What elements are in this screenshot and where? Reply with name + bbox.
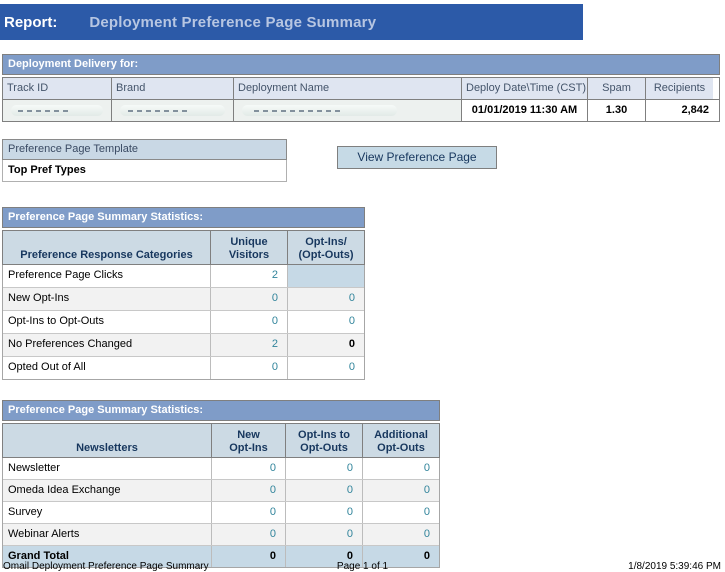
stats2-body: Newsletter 0 0 0 Omeda Idea Exchange 0 0… bbox=[2, 458, 440, 568]
redaction-smudge bbox=[120, 105, 225, 116]
stats2-section-header: Preference Page Summary Statistics: bbox=[2, 400, 440, 421]
stats-row-survey: Survey 0 0 0 bbox=[3, 501, 439, 523]
additional-opt-outs-value: 0 bbox=[362, 480, 439, 501]
cell-track-id-redacted bbox=[3, 100, 111, 121]
newsletter-stats-table: Preference Page Summary Statistics: News… bbox=[2, 400, 440, 568]
stats1-header-row: Preference Response Categories Unique Vi… bbox=[2, 230, 365, 265]
stats1-section-header: Preference Page Summary Statistics: bbox=[2, 207, 365, 228]
stats-row-new-opt-ins: New Opt-Ins 0 0 bbox=[3, 287, 364, 310]
column-header-response-categories: Preference Response Categories bbox=[3, 231, 210, 264]
opt-ins-to-opt-outs-value: 0 bbox=[285, 480, 362, 501]
unique-visitors-value: 2 bbox=[210, 265, 287, 287]
additional-opt-outs-value: 0 bbox=[362, 458, 439, 479]
cell-brand-redacted bbox=[111, 100, 233, 121]
cell-deploy-datetime: 01/01/2019 11:30 AM bbox=[461, 100, 587, 121]
stats2-header-row: Newsletters New Opt-Ins Opt-Ins to Opt-O… bbox=[2, 423, 440, 458]
report-label: Report: bbox=[4, 14, 57, 31]
stats-row-omeda-idea-exchange: Omeda Idea Exchange 0 0 0 bbox=[3, 479, 439, 501]
column-header-newsletters: Newsletters bbox=[3, 424, 211, 457]
opt-value: 0 bbox=[287, 311, 364, 333]
unique-visitors-value: 0 bbox=[210, 357, 287, 379]
new-opt-ins-value: 0 bbox=[211, 524, 285, 545]
opt-ins-to-opt-outs-value: 0 bbox=[285, 502, 362, 523]
row-label: Preference Page Clicks bbox=[3, 265, 210, 287]
deployment-section-header: Deployment Delivery for: bbox=[2, 54, 720, 75]
cell-spam: 1.30 bbox=[587, 100, 645, 121]
stats-row-newsletter: Newsletter 0 0 0 bbox=[3, 458, 439, 479]
redaction-smudge bbox=[11, 105, 103, 116]
unique-visitors-value: 0 bbox=[210, 288, 287, 310]
new-opt-ins-value: 0 bbox=[211, 458, 285, 479]
deployment-table-header-row: Track ID Brand Deployment Name Deploy Da… bbox=[2, 77, 720, 99]
redaction-smudge bbox=[242, 105, 397, 116]
unique-visitors-value: 0 bbox=[210, 311, 287, 333]
stats-row-preference-page-clicks: Preference Page Clicks 2 bbox=[3, 265, 364, 287]
opt-ins-to-opt-outs-value: 0 bbox=[285, 458, 362, 479]
column-header-new-opt-ins: New Opt-Ins bbox=[211, 424, 285, 457]
row-label: Webinar Alerts bbox=[3, 524, 211, 545]
stats-row-webinar-alerts: Webinar Alerts 0 0 0 bbox=[3, 523, 439, 545]
footer-page-number: Page 1 of 1 bbox=[337, 561, 388, 572]
column-header-additional-opt-outs: Additional Opt-Outs bbox=[362, 424, 439, 457]
deployment-delivery-table: Deployment Delivery for: Track ID Brand … bbox=[2, 54, 720, 122]
column-header-opt-ins-to-opt-outs: Opt-Ins to Opt-Outs bbox=[285, 424, 362, 457]
opt-value-shaded bbox=[287, 265, 364, 287]
footer-report-name: Omail Deployment Preference Page Summary bbox=[3, 561, 209, 572]
report-title-band: Report: Deployment Preference Page Summa… bbox=[0, 4, 583, 40]
new-opt-ins-value: 0 bbox=[211, 502, 285, 523]
template-section-header: Preference Page Template bbox=[2, 139, 287, 160]
cell-deployment-name-redacted bbox=[233, 100, 461, 121]
column-header-opt-ins-outs: Opt-Ins/ (Opt-Outs) bbox=[287, 231, 364, 264]
preference-page-template-box: Preference Page Template Top Pref Types bbox=[2, 139, 287, 182]
row-label: New Opt-Ins bbox=[3, 288, 210, 310]
column-header-deploy-datetime: Deploy Date\Time (CST) bbox=[461, 78, 587, 99]
column-header-brand: Brand bbox=[111, 78, 233, 99]
row-label: Opted Out of All bbox=[3, 357, 210, 379]
report-page: Report: Deployment Preference Page Summa… bbox=[0, 0, 725, 572]
cell-recipients: 2,842 bbox=[645, 100, 713, 121]
column-header-unique-visitors: Unique Visitors bbox=[210, 231, 287, 264]
new-opt-ins-total: 0 bbox=[211, 546, 285, 567]
opt-value: 0 bbox=[287, 357, 364, 379]
column-header-track-id: Track ID bbox=[3, 78, 111, 99]
deployment-data-row: 01/01/2019 11:30 AM 1.30 2,842 bbox=[2, 99, 720, 122]
row-label: Omeda Idea Exchange bbox=[3, 480, 211, 501]
additional-opt-outs-value: 0 bbox=[362, 502, 439, 523]
stats-row-no-preferences-changed: No Preferences Changed 2 0 bbox=[3, 333, 364, 356]
preference-response-stats-table: Preference Page Summary Statistics: Pref… bbox=[2, 207, 365, 380]
column-header-recipients: Recipients bbox=[645, 78, 713, 99]
new-opt-ins-value: 0 bbox=[211, 480, 285, 501]
view-preference-page-button[interactable]: View Preference Page bbox=[337, 146, 497, 169]
additional-opt-outs-value: 0 bbox=[362, 524, 439, 545]
row-label: Survey bbox=[3, 502, 211, 523]
row-label: Opt-Ins to Opt-Outs bbox=[3, 311, 210, 333]
stats1-body: Preference Page Clicks 2 New Opt-Ins 0 0… bbox=[2, 265, 365, 380]
row-label: Newsletter bbox=[3, 458, 211, 479]
row-label: No Preferences Changed bbox=[3, 334, 210, 356]
column-header-spam: Spam bbox=[587, 78, 645, 99]
stats-row-opted-out-of-all: Opted Out of All 0 0 bbox=[3, 356, 364, 379]
report-title: Deployment Preference Page Summary bbox=[89, 14, 376, 31]
opt-value: 0 bbox=[287, 288, 364, 310]
stats-row-opt-ins-to-opt-outs: Opt-Ins to Opt-Outs 0 0 bbox=[3, 310, 364, 333]
opt-ins-to-opt-outs-value: 0 bbox=[285, 524, 362, 545]
template-name: Top Pref Types bbox=[2, 160, 287, 182]
unique-visitors-value: 2 bbox=[210, 334, 287, 356]
opt-value: 0 bbox=[287, 334, 364, 356]
footer-timestamp: 1/8/2019 5:39:46 PM bbox=[628, 561, 721, 572]
column-header-deployment-name: Deployment Name bbox=[233, 78, 461, 99]
